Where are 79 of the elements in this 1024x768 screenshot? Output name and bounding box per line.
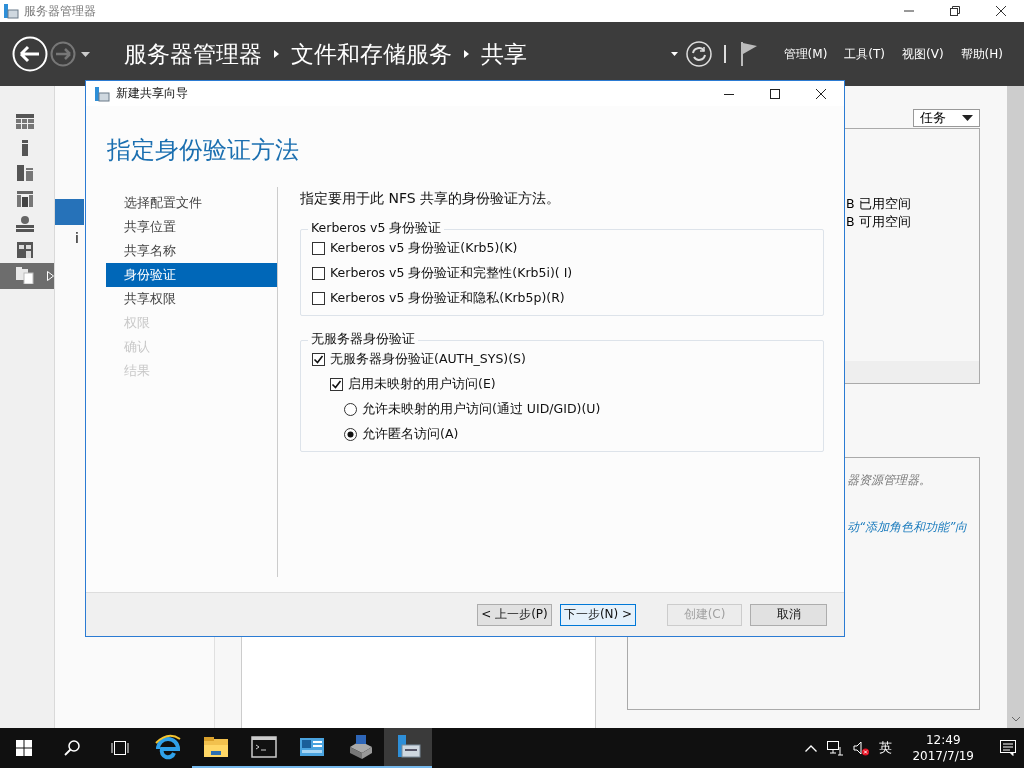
network-server-icon [16,216,34,234]
option-label[interactable]: Kerberos v5 身份验证(Krb5)(K) [330,240,518,257]
terminal-icon [250,733,278,761]
wizard-icon [94,85,110,102]
table-icon [16,114,34,132]
caret-icon[interactable] [670,52,678,56]
menu-item[interactable]: 工具(T) [844,45,886,63]
wizard-button[interactable]: 取消 [750,603,827,626]
group-title: Kerberos v5 身份验证 [308,220,445,237]
chevron-icon [464,50,469,58]
notification-icon[interactable] [1000,740,1016,756]
file-storage-icon [16,267,34,285]
flag-icon[interactable] [740,42,757,66]
option-label[interactable]: Kerberos v5 身份验证和隐私(Krb5p)(R) [330,290,565,307]
option-label[interactable]: Kerberos v5 身份验证和完整性(Krb5i)( I) [330,265,573,282]
hint-text: 器资源管理器。 [847,472,931,489]
nav-item[interactable]: i [75,230,79,246]
wizard-link[interactable]: 动“添加角色和功能”向 [847,519,968,536]
server-group-icon [16,190,34,208]
clock-date[interactable]: 2017/7/19 [912,748,974,764]
window-title: 服务器管理器 [24,2,96,20]
description-text: 指定要用于此 NFS 共享的身份验证方法。 [300,190,562,208]
menu-item[interactable]: 管理(M) [783,45,828,63]
scrollbar[interactable] [1007,86,1024,728]
close-icon[interactable] [816,88,826,99]
wizard-button[interactable]: < 上一步(P) [477,603,552,626]
search-icon[interactable] [64,740,80,756]
option-label[interactable]: 启用未映射的用户访问(E) [348,376,496,393]
servers-icon [16,165,34,183]
option-label[interactable]: 允许未映射的用户访问(通过 UID/GID)(U) [362,401,601,418]
clock-time[interactable]: 12:49 [925,732,961,748]
menu-item[interactable]: 帮助(H) [960,45,1003,63]
browser-icon [154,733,182,761]
sidebar-item[interactable] [0,263,54,289]
dialog-heading: 指定身份验证方法 [106,135,300,166]
radio-button[interactable] [344,403,357,416]
input-language[interactable]: 英 [879,739,893,757]
building-icon [16,241,34,259]
dialog-title: 新建共享向导 [116,85,188,102]
radio-button[interactable] [344,428,357,441]
maximize-icon[interactable] [770,88,780,99]
volume-info-text: B 可用空间 [846,214,911,231]
chevron-up-icon[interactable] [805,744,818,752]
option-label[interactable]: 允许匿名访问(A) [362,426,459,443]
close-icon[interactable] [996,6,1006,16]
taskbar-app[interactable] [384,728,432,768]
back-icon[interactable] [12,36,48,72]
forward-icon [50,41,76,67]
menu-item[interactable]: 视图(V) [902,45,944,63]
task-view-icon[interactable] [111,740,129,756]
caret-icon [962,115,973,121]
group-title: 无服务器身份验证 [308,331,418,348]
chevron-icon [274,50,279,58]
wizard-step[interactable]: 共享名称 [106,239,277,263]
tasks-dropdown[interactable]: 任务 [913,109,980,127]
volume-info-text: B 已用空间 [846,196,911,213]
checkbox[interactable] [312,292,325,305]
wizard-step[interactable]: 选择配置文件 [106,191,277,215]
checkbox[interactable] [312,267,325,280]
checkbox[interactable] [330,378,343,391]
breadcrumb-link[interactable]: 共享 [481,38,527,70]
network-icon[interactable] [827,740,844,756]
divider-icon [723,45,726,63]
caret-icon[interactable] [81,51,90,57]
breadcrumb-link[interactable]: 服务器管理器 [124,38,262,70]
wizard-step[interactable]: 共享权限 [106,287,277,311]
start-icon[interactable] [16,740,32,756]
restore-icon[interactable] [950,6,960,16]
scroll-down-icon[interactable] [1011,717,1020,722]
volume-muted-icon[interactable] [853,740,870,756]
refresh-icon[interactable] [685,41,712,67]
wizard-step[interactable]: 身份验证 [106,263,277,287]
checkbox[interactable] [312,242,325,255]
checkbox[interactable] [312,353,325,366]
breadcrumb-link[interactable]: 文件和存储服务 [291,38,452,70]
wizard-button[interactable]: 下一步(N) > [560,603,636,626]
option-label[interactable]: 无服务器身份验证(AUTH_SYS)(S) [330,351,526,368]
app-icon [3,3,19,19]
wizard-step[interactable]: 共享位置 [106,215,277,239]
